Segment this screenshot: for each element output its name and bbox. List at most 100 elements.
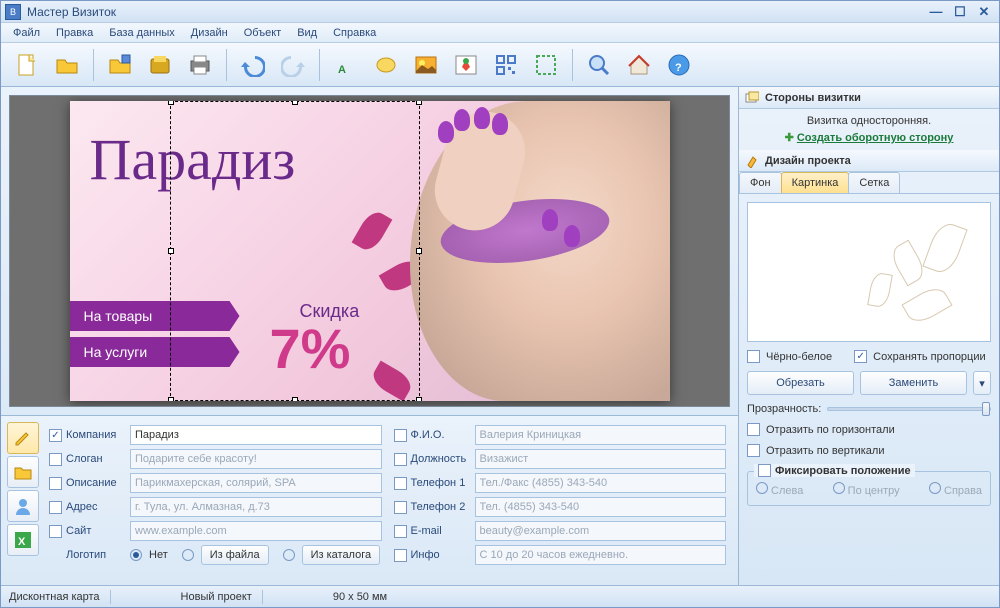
status-size: 90 x 50 мм: [333, 591, 387, 603]
pos-left-radio[interactable]: [756, 482, 768, 494]
minimize-button[interactable]: —: [925, 4, 947, 20]
desc-input[interactable]: [130, 473, 382, 493]
menu-edit[interactable]: Правка: [48, 25, 101, 41]
separator: [226, 49, 227, 81]
text-tool-icon[interactable]: A: [328, 47, 364, 83]
save-icon[interactable]: [102, 47, 138, 83]
field-site: Сайт: [49, 520, 382, 542]
field-desc: Описание: [49, 472, 382, 494]
clipart-tool-icon[interactable]: [448, 47, 484, 83]
nail: [564, 225, 580, 247]
fio-input[interactable]: [475, 425, 727, 445]
home-icon[interactable]: [621, 47, 657, 83]
logo-file-button[interactable]: Из файла: [201, 545, 269, 565]
menu-object[interactable]: Объект: [236, 25, 289, 41]
menu-database[interactable]: База данных: [101, 25, 183, 41]
field-position: Должность: [394, 448, 727, 470]
shape-tool-icon[interactable]: [368, 47, 404, 83]
nail: [454, 109, 470, 131]
address-input[interactable]: [130, 497, 382, 517]
company-checkbox[interactable]: [49, 429, 62, 442]
new-icon[interactable]: [9, 47, 45, 83]
tab-grid[interactable]: Сетка: [848, 172, 900, 193]
field-logo: Логотип Нет Из файла Из каталога: [49, 544, 382, 566]
flip-v-checkbox[interactable]: [747, 444, 760, 457]
replace-dropdown[interactable]: ▾: [973, 371, 991, 395]
field-address: Адрес: [49, 496, 382, 518]
close-button[interactable]: ✕: [973, 4, 995, 20]
phone2-input[interactable]: [475, 497, 727, 517]
sidetab-user[interactable]: [7, 490, 39, 522]
tab-image[interactable]: Картинка: [781, 172, 850, 193]
qrcode-tool-icon[interactable]: [488, 47, 524, 83]
nail: [438, 121, 454, 143]
status-bar: Дисконтная карта Новый проект 90 x 50 мм: [1, 585, 999, 607]
address-checkbox[interactable]: [49, 501, 62, 514]
phone2-checkbox[interactable]: [394, 501, 407, 514]
site-input[interactable]: [130, 521, 382, 541]
logo-radio-catalog[interactable]: [283, 549, 295, 561]
pos-right-radio[interactable]: [929, 482, 941, 494]
position-checkbox[interactable]: [394, 453, 407, 466]
opacity-slider[interactable]: [827, 407, 991, 411]
menu-help[interactable]: Справка: [325, 25, 384, 41]
slogan-input[interactable]: [130, 449, 382, 469]
fields-panel: X Компания Ф.И.О. Слоган Должность Описа…: [1, 415, 738, 585]
image-tool-icon[interactable]: [408, 47, 444, 83]
maximize-button[interactable]: ☐: [949, 4, 971, 20]
menu-design[interactable]: Дизайн: [183, 25, 236, 41]
business-card[interactable]: Парадиз На товары На услуги Скидка 7%: [70, 101, 670, 401]
email-checkbox[interactable]: [394, 525, 407, 538]
undo-icon[interactable]: [235, 47, 271, 83]
company-input[interactable]: [130, 425, 382, 445]
sidetab-edit[interactable]: [7, 422, 39, 454]
design-tabs: Фон Картинка Сетка: [739, 172, 999, 194]
fix-pos-checkbox[interactable]: [758, 464, 771, 477]
logo-catalog-button[interactable]: Из каталога: [302, 545, 381, 565]
design-header: Дизайн проекта: [739, 150, 999, 172]
redo-icon[interactable]: [275, 47, 311, 83]
help-icon[interactable]: ?: [661, 47, 697, 83]
menu-file[interactable]: Файл: [5, 25, 48, 41]
phone1-checkbox[interactable]: [394, 477, 407, 490]
menu-bar: Файл Правка База данных Дизайн Объект Ви…: [1, 23, 999, 43]
print-icon[interactable]: [182, 47, 218, 83]
field-info: Инфо: [394, 544, 727, 566]
site-checkbox[interactable]: [49, 525, 62, 538]
create-backside-link[interactable]: Создать оборотную сторону: [797, 132, 954, 144]
slogan-checkbox[interactable]: [49, 453, 62, 466]
field-phone1: Телефон 1: [394, 472, 727, 494]
position-input[interactable]: [475, 449, 727, 469]
field-phone2: Телефон 2: [394, 496, 727, 518]
tab-background[interactable]: Фон: [739, 172, 782, 193]
nail: [542, 209, 558, 231]
export-icon[interactable]: [142, 47, 178, 83]
info-checkbox[interactable]: [394, 549, 407, 562]
replace-button[interactable]: Заменить: [860, 371, 967, 395]
flip-h-checkbox[interactable]: [747, 423, 760, 436]
menu-view[interactable]: Вид: [289, 25, 325, 41]
pos-center-radio[interactable]: [833, 482, 845, 494]
field-slogan: Слоган: [49, 448, 382, 470]
fio-checkbox[interactable]: [394, 429, 407, 442]
open-icon[interactable]: [49, 47, 85, 83]
frame-tool-icon[interactable]: [528, 47, 564, 83]
svg-text:X: X: [18, 536, 26, 548]
crop-button[interactable]: Обрезать: [747, 371, 854, 395]
logo-radio-none[interactable]: [130, 549, 142, 561]
fields-grid: Компания Ф.И.О. Слоган Должность Описани…: [41, 420, 734, 581]
desc-checkbox[interactable]: [49, 477, 62, 490]
bw-checkbox[interactable]: [747, 350, 760, 363]
sidetab-folder[interactable]: [7, 456, 39, 488]
keep-prop-checkbox[interactable]: [854, 350, 867, 363]
zoom-icon[interactable]: [581, 47, 617, 83]
field-email: E-mail: [394, 520, 727, 542]
logo-radio-file[interactable]: [182, 549, 194, 561]
sidetab-excel[interactable]: X: [7, 524, 39, 556]
info-input[interactable]: [475, 545, 727, 565]
main-area: Парадиз На товары На услуги Скидка 7%: [1, 87, 999, 585]
phone1-input[interactable]: [475, 473, 727, 493]
canvas-viewport[interactable]: Парадиз На товары На услуги Скидка 7%: [9, 95, 730, 407]
email-input[interactable]: [475, 521, 727, 541]
app-title: Мастер Визиток: [27, 5, 923, 19]
